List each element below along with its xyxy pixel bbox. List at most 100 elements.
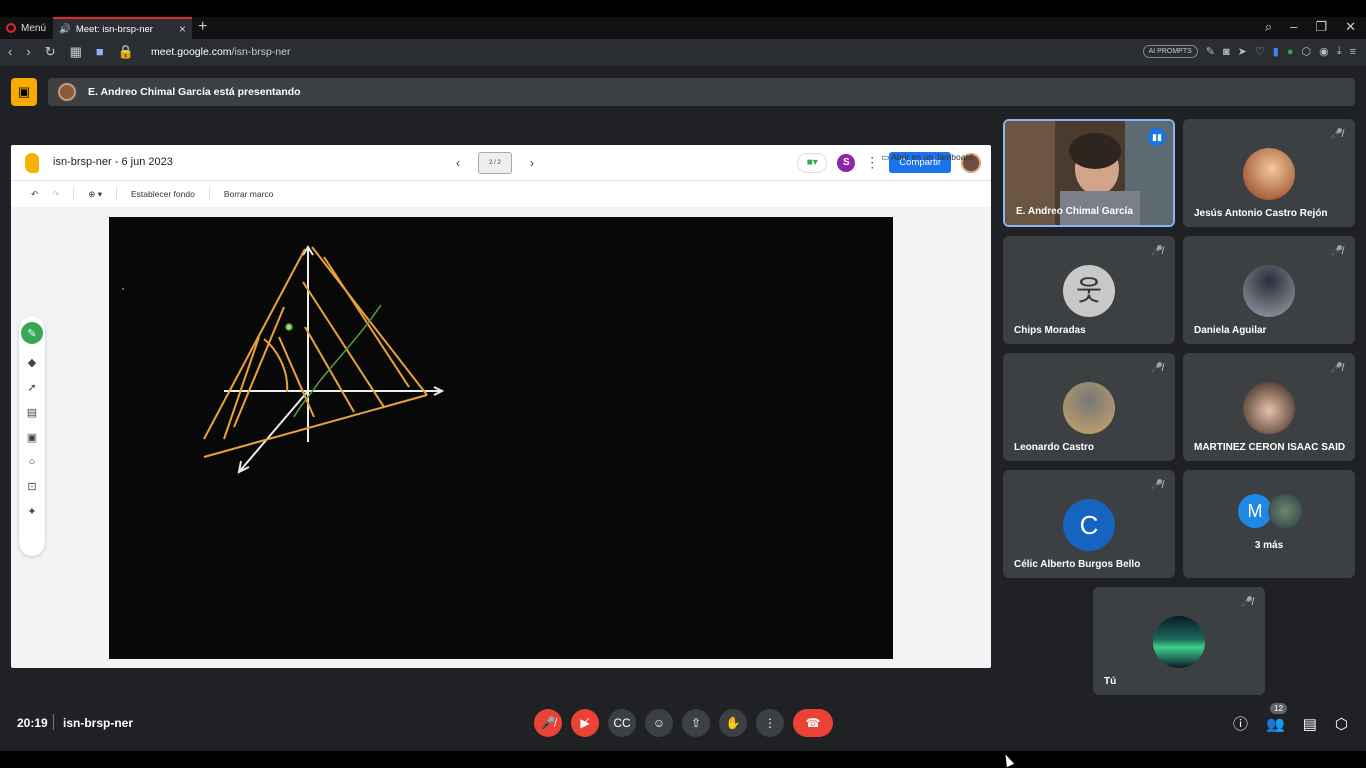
collaborator-avatar[interactable]: S (837, 153, 856, 172)
jamboard-title[interactable]: isn-brsp-ner - 6 jun 2023 (53, 156, 173, 168)
people-icon[interactable]: 12 👥 (1266, 702, 1287, 733)
leave-call-icon[interactable]: ☎ (793, 709, 833, 737)
participant-tile[interactable]: 🎤̸ C Célic Alberto Burgos Bello (1003, 470, 1175, 578)
minimize-icon[interactable]: – (1290, 19, 1297, 35)
emoji-reactions-icon[interactable]: ☺ (645, 709, 673, 737)
camera-off-button-icon[interactable]: ▶̸ (571, 709, 599, 737)
mic-off-icon: 🎤̸ (1150, 363, 1163, 374)
jamboard-screen: isn-brsp-ner - 6 jun 2023 ‹ 2 / 2 › ■▾ S… (11, 145, 991, 668)
speaker-icon: 🔊 (59, 23, 71, 35)
call-controls: 🎤̸ ▶̸ CC ☺ ⇧ ✋ ⋮ ☎ (534, 709, 833, 737)
mic-off-icon: 🎤̸ (1240, 597, 1253, 608)
snapshot-icon[interactable]: ◙ (1223, 46, 1230, 58)
eraser-icon[interactable]: ◆ (28, 356, 36, 369)
more-options-icon[interactable]: ⋮ (865, 154, 879, 171)
lock-icon[interactable]: 🔒 (118, 44, 134, 60)
participant-avatar: 웃 (1063, 265, 1115, 317)
easy-setup-icon[interactable]: ≡ (1350, 46, 1356, 58)
set-background-button[interactable]: Establecer fondo (131, 189, 195, 199)
sticky-note-icon[interactable]: ▤ (27, 406, 37, 419)
participant-name: Chips Moradas (1014, 325, 1086, 336)
jamboard-toolbar: ↶ ↷ ⊕ ▾ Establecer fondo Borrar marco (11, 181, 991, 207)
extension-green-icon[interactable]: ● (1287, 46, 1294, 58)
url-field[interactable]: meet.google.com/isn-brsp-ner (151, 46, 290, 58)
url-domain: meet.google.com (151, 46, 232, 58)
browser-tab-meet[interactable]: 🔊 Meet: isn-brsp-ner × (53, 17, 192, 39)
participant-avatar (1268, 494, 1302, 528)
forward-icon[interactable]: › (26, 44, 30, 60)
send-icon[interactable]: ➤ (1238, 45, 1247, 58)
ai-prompts-button[interactable]: AI PROMPTS (1142, 45, 1198, 58)
prev-frame-icon[interactable]: ‹ (456, 156, 460, 170)
redo-icon[interactable]: ↷ (52, 189, 59, 200)
participant-tile[interactable]: 🎤̸ Jesús Antonio Castro Rejón (1183, 119, 1355, 227)
clear-frame-button[interactable]: Borrar marco (224, 189, 274, 199)
select-icon[interactable]: ➚ (27, 381, 36, 394)
undo-icon[interactable]: ↶ (31, 189, 38, 200)
chat-icon[interactable]: ▤ (1303, 715, 1317, 733)
restore-icon[interactable]: ❐ (1315, 19, 1327, 35)
camera-in-use-icon[interactable]: ■ (96, 44, 104, 60)
more-participants-tile[interactable]: M 3 más (1183, 470, 1355, 578)
participant-name: E. Andreo Chimal García (1016, 206, 1133, 217)
extension-blue-icon[interactable]: ▮ (1273, 45, 1279, 58)
tab-title: Meet: isn-brsp-ner (75, 23, 153, 35)
participant-tile[interactable]: ▮▮ E. Andreo Chimal García (1003, 119, 1175, 227)
activities-icon[interactable]: ⬡ (1335, 715, 1348, 733)
profile-icon[interactable]: ◉ (1319, 45, 1329, 58)
url-path: /isn-brsp-ner (231, 46, 291, 58)
speaking-indicator-icon: ▮▮ (1148, 128, 1166, 146)
back-icon[interactable]: ‹ (8, 44, 12, 60)
close-tab-icon[interactable]: × (179, 22, 186, 36)
participant-name: Jesús Antonio Castro Rejón (1194, 208, 1328, 219)
participant-tile[interactable]: 🎤̸ Leonardo Castro (1003, 353, 1175, 461)
presenter-avatar (58, 83, 76, 101)
plane-edge-bottom (203, 394, 428, 458)
reload-icon[interactable]: ↻ (45, 44, 56, 60)
text-box-icon[interactable]: ⊡ (27, 480, 36, 493)
participant-name: Daniela Aguilar (1194, 325, 1267, 336)
frame-thumbnail[interactable]: 2 / 2 (478, 152, 512, 174)
pen-icon[interactable]: ✎ (21, 322, 43, 344)
open-in-jamboard-link[interactable]: ▭ Abrir en un Jamboard (881, 152, 973, 163)
cube-icon[interactable]: ⬡ (1301, 45, 1311, 58)
opera-logo-icon (6, 23, 16, 33)
time-divider (53, 714, 54, 730)
participant-name: Tú (1104, 676, 1117, 687)
mic-off-icon: 🎤̸ (1330, 363, 1343, 374)
edit-icon[interactable]: ✎ (1206, 45, 1215, 58)
laser-icon[interactable]: ✦ (27, 505, 36, 518)
present-screen-icon[interactable]: ⇧ (682, 709, 710, 737)
more-options-icon[interactable]: ⋮ (756, 709, 784, 737)
participant-tile[interactable]: 🎤̸ MARTINEZ CERON ISAAC SAID (1183, 353, 1355, 461)
opera-menu-button[interactable]: Menú (6, 20, 46, 36)
plane-edge-left (203, 248, 306, 440)
zoom-icon[interactable]: ⊕ ▾ (88, 189, 102, 200)
mic-off-button-icon[interactable]: 🎤̸ (534, 709, 562, 737)
jamboard-canvas[interactable] (109, 217, 893, 659)
image-icon[interactable]: ▣ (27, 431, 37, 444)
tabs-grid-icon[interactable]: ▦ (70, 44, 82, 60)
download-icon[interactable]: ⤓ (1337, 45, 1342, 58)
stop-presenting-icon[interactable]: ▣ (11, 78, 37, 106)
participant-tile[interactable]: 🎤̸ Daniela Aguilar (1183, 236, 1355, 344)
new-tab-button[interactable]: + (198, 18, 207, 36)
participant-name: Célic Alberto Burgos Bello (1014, 559, 1141, 570)
mic-off-icon: 🎤̸ (1150, 480, 1163, 491)
close-window-icon[interactable]: ✕ (1345, 19, 1356, 35)
monitor-icon: ▭ (881, 152, 890, 162)
heart-icon[interactable]: ♡ (1255, 45, 1265, 58)
captions-icon[interactable]: CC (608, 709, 636, 737)
circle-icon[interactable]: ○ (29, 456, 36, 468)
self-tile[interactable]: 🎤̸ Tú (1093, 587, 1265, 695)
plane-hatch (323, 256, 410, 388)
participant-tile[interactable]: 🎤̸ 웃 Chips Moradas (1003, 236, 1175, 344)
meeting-code[interactable]: isn-brsp-ner (63, 716, 133, 730)
toolbar-divider (208, 187, 210, 201)
search-tabs-icon[interactable]: ⌕ (1265, 19, 1272, 35)
raise-hand-icon[interactable]: ✋ (719, 709, 747, 737)
meet-call-icon[interactable]: ■▾ (797, 152, 828, 173)
meeting-details-icon[interactable]: ⓘ (1233, 713, 1248, 734)
meet-main: ▣ E. Andreo Chimal García está presentan… (0, 66, 1366, 768)
next-frame-icon[interactable]: › (530, 156, 534, 170)
